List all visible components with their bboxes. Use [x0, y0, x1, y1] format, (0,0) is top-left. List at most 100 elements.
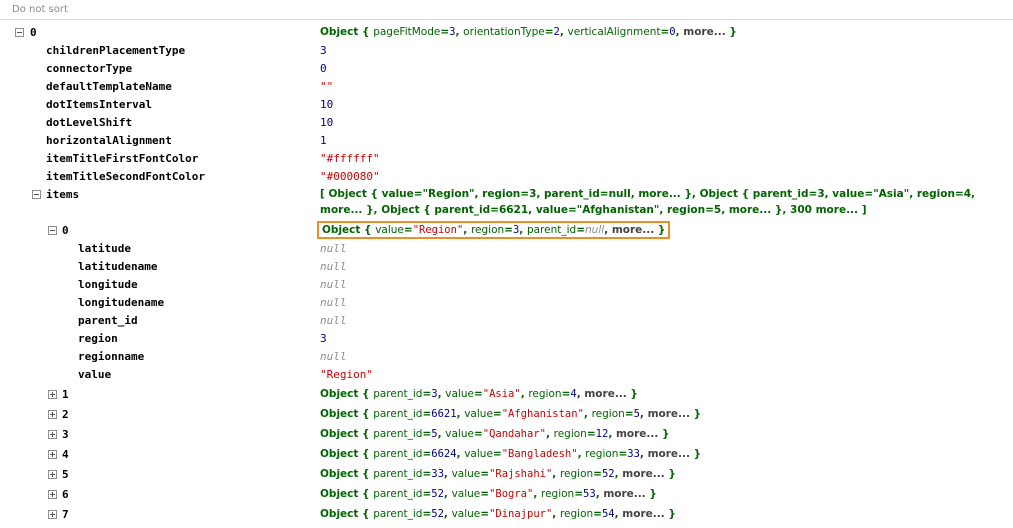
tree-node-item-collapsed[interactable]: 6 Object { parent_id=52, value="Bogra", r…: [0, 486, 1013, 504]
property-value: null: [320, 296, 347, 309]
more-link[interactable]: more...: [584, 388, 626, 400]
property-key: defaultTemplateName: [46, 80, 172, 93]
property-value: 1: [320, 134, 327, 147]
property-key: childrenPlacementType: [46, 44, 186, 57]
expand-toggle-icon[interactable]: [48, 510, 57, 519]
property-key: region: [78, 332, 118, 345]
more-link[interactable]: more...: [612, 224, 654, 236]
property-key: horizontalAlignment: [46, 134, 172, 147]
tree-node-item-collapsed[interactable]: 5 Object { parent_id=33, value="Rajshahi"…: [0, 466, 1013, 484]
summary-key: parent_id: [373, 408, 423, 420]
object-summary[interactable]: Object { parent_id=3, value="Asia", regi…: [320, 388, 638, 400]
tree-node-property: regionname null: [0, 348, 1013, 366]
summary-key: region: [591, 408, 625, 420]
collapse-toggle-icon[interactable]: [15, 28, 24, 37]
object-label: Object {: [320, 408, 374, 420]
property-key: 4: [62, 448, 69, 461]
property-key: 7: [62, 508, 69, 521]
summary-value: 54: [601, 508, 615, 520]
object-label: Object {: [320, 428, 374, 440]
object-summary[interactable]: Object { parent_id=33, value="Rajshahi",…: [320, 468, 676, 480]
property-key: 6: [62, 488, 69, 501]
property-value: 3: [320, 332, 327, 345]
object-label: Object {: [322, 224, 376, 236]
property-key: parent_id: [78, 314, 138, 327]
summary-key: value: [445, 388, 474, 400]
tree-node-item-collapsed[interactable]: 4 Object { parent_id=6624, value="Banglad…: [0, 446, 1013, 464]
object-summary[interactable]: Object { parent_id=6621, value="Afghanis…: [320, 408, 701, 420]
property-key: 2: [62, 408, 69, 421]
summary-key: value: [451, 488, 481, 500]
summary-value: "Bangladesh": [501, 448, 578, 460]
object-summary[interactable]: Object { parent_id=5, value="Qandahar", …: [320, 428, 670, 440]
summary-key: orientationType: [463, 26, 545, 38]
object-summary[interactable]: Object { value="Region", region=3, paren…: [316, 221, 671, 239]
summary-value: "Region": [412, 224, 464, 236]
more-link[interactable]: more...: [603, 488, 645, 500]
property-value: "Region": [320, 368, 373, 381]
summary-key: value: [375, 224, 404, 236]
summary-key: parent_id: [373, 508, 423, 520]
tree-node-property: defaultTemplateName "": [0, 78, 1013, 96]
property-value: null: [320, 242, 347, 255]
expand-toggle-icon[interactable]: [48, 410, 57, 419]
summary-key: parent_id: [526, 224, 577, 236]
expand-toggle-icon[interactable]: [48, 450, 57, 459]
summary-key: value: [464, 408, 493, 420]
tree-node-property: latitudename null: [0, 258, 1013, 276]
summary-value: 3: [449, 26, 456, 38]
tree-node-root[interactable]: 0 Object { pageFitMode=3, orientationType…: [0, 24, 1013, 42]
more-link[interactable]: more...: [683, 26, 725, 38]
tree-node-item-collapsed[interactable]: 7 Object { parent_id=52, value="Dinajpur"…: [0, 506, 1013, 524]
property-key: 5: [62, 468, 69, 481]
property-value: null: [320, 278, 347, 291]
tree-node-items-continued: more... }, Object { parent_id=6621, valu…: [0, 204, 1013, 222]
property-key: items: [46, 188, 80, 201]
summary-value: null: [585, 224, 605, 236]
collapse-toggle-icon[interactable]: [48, 226, 57, 235]
expand-toggle-icon[interactable]: [48, 430, 57, 439]
toolbar: Do not sort: [0, 0, 1013, 20]
summary-value: 2: [553, 26, 560, 38]
tree-node-item-collapsed[interactable]: 1 Object { parent_id=3, value="Asia", reg…: [0, 386, 1013, 404]
items-summary-line2[interactable]: more... }, Object { parent_id=6621, valu…: [320, 204, 867, 216]
tree-node-property: horizontalAlignment 1: [0, 132, 1013, 150]
property-key: value: [78, 368, 112, 381]
summary-value: 4: [570, 388, 577, 400]
summary-key: value: [445, 428, 474, 440]
property-key: itemTitleFirstFontColor: [46, 152, 199, 165]
collapse-toggle-icon[interactable]: [32, 190, 41, 199]
summary-value: 3: [431, 388, 438, 400]
summary-value: 3: [512, 224, 520, 236]
more-link[interactable]: more...: [622, 508, 664, 520]
tree-node-property: dotItemsInterval 10: [0, 96, 1013, 114]
tree-node-item-collapsed[interactable]: 3 Object { parent_id=5, value="Qandahar",…: [0, 426, 1013, 444]
property-value: 10: [320, 98, 334, 111]
summary-key: region: [559, 508, 594, 520]
summary-value: 6621: [431, 408, 457, 420]
expand-toggle-icon[interactable]: [48, 470, 57, 479]
object-summary[interactable]: Object { parent_id=6624, value="Banglade…: [320, 448, 701, 460]
tree-node-property: itemTitleFirstFontColor "#ffffff": [0, 150, 1013, 168]
more-link[interactable]: more...: [616, 428, 658, 440]
tree-node-property: latitude null: [0, 240, 1013, 258]
expand-toggle-icon[interactable]: [48, 390, 57, 399]
property-key: latitudename: [78, 260, 158, 273]
more-link[interactable]: more...: [648, 408, 690, 420]
object-label: Object {: [320, 388, 374, 400]
more-link[interactable]: more...: [622, 468, 664, 480]
sort-option[interactable]: Do not sort: [12, 4, 68, 15]
property-value: 3: [320, 44, 327, 57]
tree-node-item-0[interactable]: 0 Object { value="Region", region=3, pare…: [0, 221, 1013, 240]
object-summary[interactable]: Object { pageFitMode=3, orientationType=…: [320, 26, 737, 38]
items-summary-line1[interactable]: [ Object { value="Region", region=3, par…: [320, 188, 975, 200]
property-key: latitude: [78, 242, 131, 255]
object-summary[interactable]: Object { parent_id=52, value="Bogra", re…: [320, 488, 657, 500]
object-summary[interactable]: Object { parent_id=52, value="Dinajpur",…: [320, 508, 676, 520]
tree-node-items[interactable]: items [ Object { value="Region", region=3…: [0, 186, 1013, 204]
tree-node-item-collapsed[interactable]: 2 Object { parent_id=6621, value="Afghani…: [0, 406, 1013, 424]
property-value: null: [320, 350, 347, 363]
summary-value: "Afghanistan": [501, 408, 584, 420]
expand-toggle-icon[interactable]: [48, 490, 57, 499]
more-link[interactable]: more...: [648, 448, 690, 460]
